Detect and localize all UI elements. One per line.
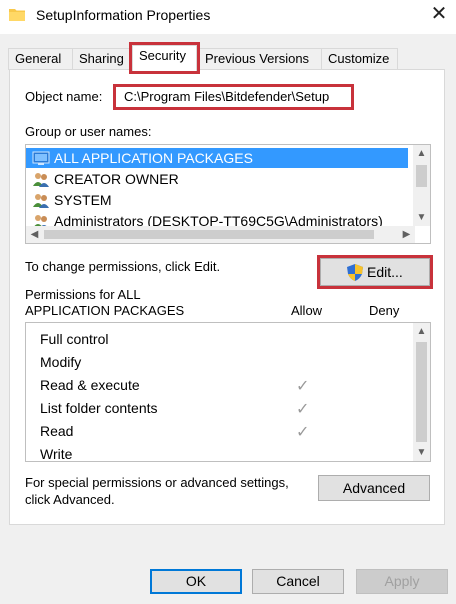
vertical-scrollbar[interactable]: ▲ ▼ xyxy=(413,145,430,226)
close-icon[interactable]: ✕ xyxy=(428,3,450,25)
scroll-down-icon[interactable]: ▼ xyxy=(413,209,430,226)
permission-name: Write xyxy=(40,446,73,462)
allow-column-header: Allow xyxy=(291,303,323,318)
window-title: SetupInformation Properties xyxy=(36,7,211,23)
permission-row: Modify xyxy=(26,351,414,374)
permissions-listbox[interactable]: Full control Modify Read & execute ✓ Lis… xyxy=(25,322,431,462)
shield-icon xyxy=(347,264,363,281)
edit-button-label: Edit... xyxy=(367,264,403,280)
permission-name: Read xyxy=(40,423,74,439)
permission-row: Read & execute ✓ xyxy=(26,374,414,397)
object-name-label: Object name: xyxy=(25,89,103,104)
deny-column-header: Deny xyxy=(369,303,400,318)
list-item-label: SYSTEM xyxy=(54,192,112,208)
permission-row: List folder contents ✓ xyxy=(26,397,414,420)
scroll-thumb[interactable] xyxy=(416,165,427,187)
permission-row: Write xyxy=(26,443,414,462)
scroll-thumb[interactable] xyxy=(44,230,374,239)
scroll-up-icon[interactable]: ▲ xyxy=(413,323,430,340)
permission-name: Modify xyxy=(40,354,82,370)
tab-customize[interactable]: Customize xyxy=(321,48,398,70)
group-user-listbox[interactable]: ALL APPLICATION PACKAGES CREATOR OWNER S… xyxy=(25,144,431,244)
scroll-thumb[interactable] xyxy=(416,342,427,442)
allow-check-icon: ✓ xyxy=(296,378,310,395)
apply-button[interactable]: Apply xyxy=(356,569,448,594)
tab-sharing[interactable]: Sharing xyxy=(72,48,137,70)
group-names-label: Group or user names: xyxy=(25,124,152,139)
tab-previous-versions[interactable]: Previous Versions xyxy=(198,48,322,70)
list-item-label: CREATOR OWNER xyxy=(54,171,179,187)
permissions-header: Permissions for ALL APPLICATION PACKAGES xyxy=(25,287,185,318)
advanced-text: For special permissions or advanced sett… xyxy=(25,475,289,507)
permission-name: Full control xyxy=(40,331,109,347)
users-icon xyxy=(33,194,49,208)
scroll-right-icon[interactable]: ▶ xyxy=(398,226,415,243)
permission-row: Read ✓ xyxy=(26,420,414,443)
app-packages-icon xyxy=(32,151,50,165)
list-item[interactable]: ALL APPLICATION PACKAGES xyxy=(26,148,408,168)
title-bar: SetupInformation Properties ✕ xyxy=(0,0,456,34)
permission-name: List folder contents xyxy=(40,400,158,416)
horizontal-scrollbar[interactable]: ◀ ▶ xyxy=(26,226,415,243)
permission-row: Full control xyxy=(26,328,414,351)
scroll-up-icon[interactable]: ▲ xyxy=(413,145,430,162)
list-item[interactable]: SYSTEM xyxy=(26,190,408,210)
allow-check-icon: ✓ xyxy=(296,401,310,418)
permission-name: Read & execute xyxy=(40,377,140,393)
folder-icon xyxy=(9,9,25,21)
advanced-button[interactable]: Advanced xyxy=(318,475,430,501)
cancel-button[interactable]: Cancel xyxy=(252,569,344,594)
change-permissions-text: To change permissions, click Edit. xyxy=(25,259,221,274)
allow-check-icon: ✓ xyxy=(296,424,310,441)
edit-button[interactable]: Edit... xyxy=(317,255,433,289)
tab-general[interactable]: General xyxy=(8,48,73,70)
scroll-down-icon[interactable]: ▼ xyxy=(413,444,430,461)
scroll-left-icon[interactable]: ◀ xyxy=(26,226,43,243)
users-icon xyxy=(33,173,49,187)
ok-button[interactable]: OK xyxy=(150,569,242,594)
object-name-value: C:\Program Files\Bitdefender\Setup xyxy=(113,84,354,110)
list-item[interactable]: CREATOR OWNER xyxy=(26,169,408,189)
vertical-scrollbar[interactable]: ▲ ▼ xyxy=(413,323,430,461)
list-item-label: ALL APPLICATION PACKAGES xyxy=(54,150,253,166)
tab-security[interactable]: Security xyxy=(129,42,200,74)
